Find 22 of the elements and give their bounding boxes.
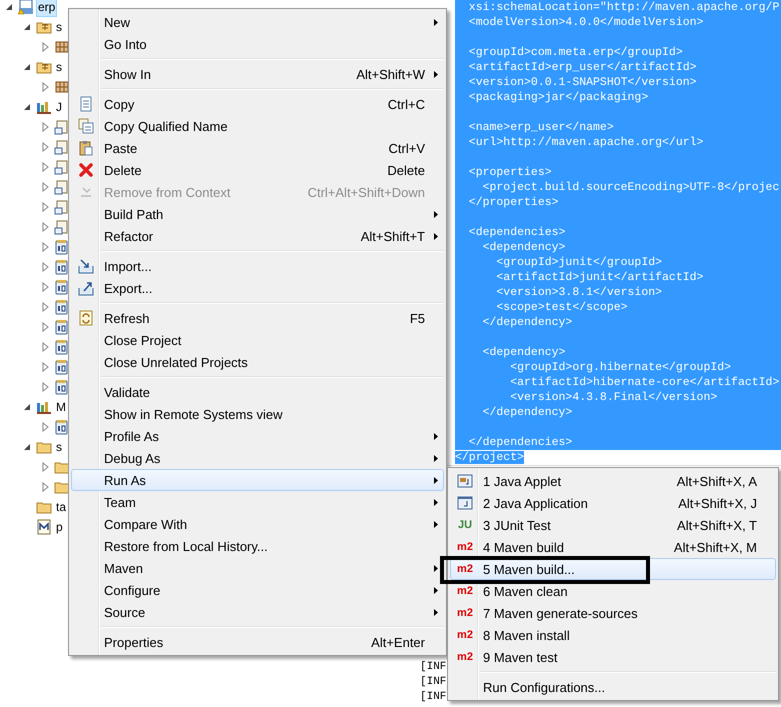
shortcut-label: Alt+Shift+X, A [676,474,757,488]
shortcut-label: Delete [387,162,425,178]
shortcut-label: Alt+Shift+X, M [674,540,757,554]
maven-icon: m2 [457,585,473,597]
maven-icon: m2 [457,541,473,553]
shortcut-label: Alt+Shift+X, T [677,518,757,532]
shortcut-label: F5 [410,310,425,326]
maven-icon: m2 [457,629,473,641]
maven-icon: m2 [457,651,473,663]
console-line: [INF [420,660,446,675]
console-line: [INF [420,690,446,705]
shortcut-label: Ctrl+C [388,96,425,112]
shortcut-label: Alt+Shift+T [360,228,425,244]
shortcut-label: Ctrl+Alt+Shift+Down [308,184,425,200]
shortcut-label: Ctrl+V [388,140,425,156]
maven-icon: m2 [457,607,473,619]
console-line: [INF [420,675,446,690]
shortcut-label: Alt+Enter [371,634,425,650]
junit-icon: JU [458,519,472,531]
shortcut-label: Alt+Shift+X, J [678,496,757,510]
maven-icon: m2 [457,563,473,575]
shortcut-label: Alt+Shift+W [356,66,425,82]
